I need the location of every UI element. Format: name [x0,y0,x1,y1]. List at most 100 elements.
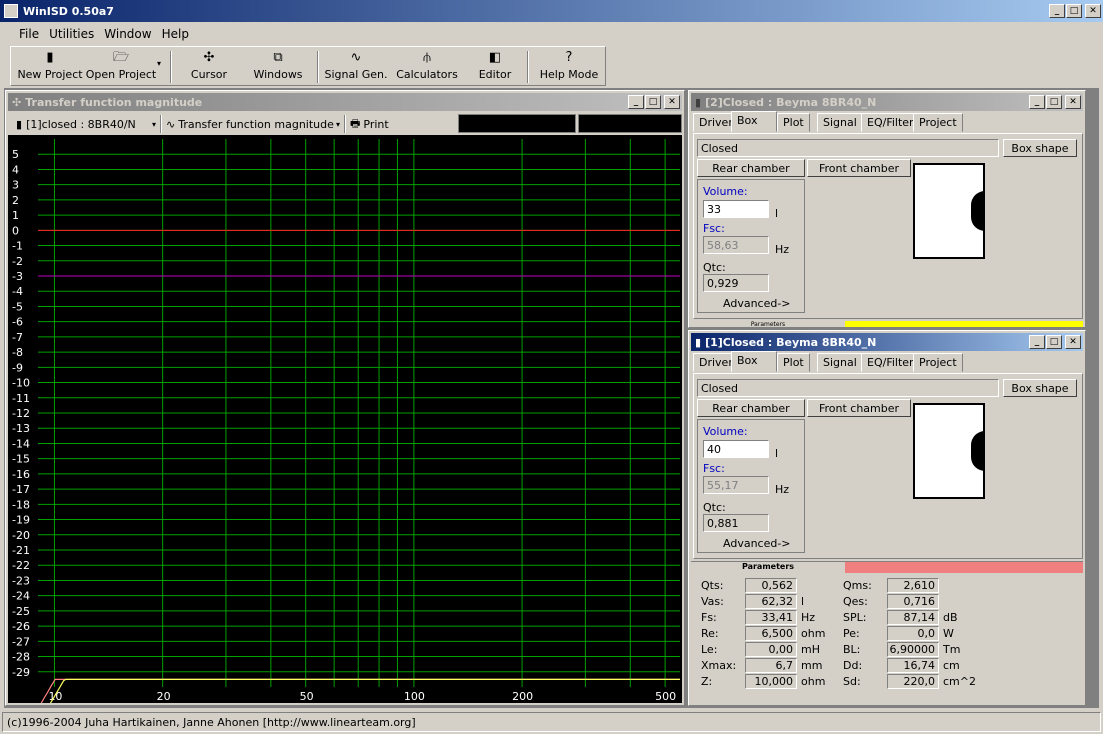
transfer-function-chart[interactable]: 543210-1-2-3-4-5-6-7-8-9-10-11-12-13-14-… [8,135,682,703]
new-project-icon: ▮ [46,50,54,65]
param-name: Fs: [701,611,717,624]
new-project-button[interactable]: ▮ New Project [17,47,83,85]
minimize-button[interactable]: _ [628,95,644,109]
close-button[interactable]: ✕ [1065,335,1081,349]
y-tick-label: 3 [12,179,19,192]
param-unit: dB [943,611,958,624]
rear-chamber-button[interactable]: Rear chamber [697,159,805,177]
qtc-label: Qtc: [703,501,726,514]
param-value: 0,0 [887,626,939,641]
chevron-down-icon: ▾ [151,119,156,129]
windows-icon: ⧉ [273,50,283,65]
tab-signal[interactable]: Signal [817,353,863,372]
editor-button[interactable]: ◧ Editor [473,47,517,85]
menu-file[interactable]: File [14,27,44,41]
toolbar: ▮ New Project 🗁 Open Project ▾ ✣ Cursor ⧉ Wi… [10,46,606,86]
y-tick-label: -14 [12,437,30,450]
menu-window[interactable]: Window [99,27,156,41]
y-tick-label: 0 [12,224,19,237]
calculators-button[interactable]: ⫛ Calculators [393,47,461,85]
graph-type-select[interactable]: ∿ Transfer function magnitude ▾ [166,115,342,133]
toolbar-separator [344,115,346,133]
speaker-icon: ◧ [488,50,502,65]
app-icon[interactable] [4,4,18,18]
param-value: 87,14 [887,610,939,625]
close-button[interactable]: ✕ [1085,4,1101,18]
maximize-button[interactable]: □ [1046,95,1062,109]
y-tick-label: -12 [12,407,30,420]
help-icon: ? [565,50,573,65]
cursor-button[interactable]: ✣ Cursor [183,47,235,85]
series-line [49,678,680,703]
project-select[interactable]: ▮ [1]closed : 8BR40/N ▾ [16,115,158,133]
volume-input[interactable]: 33 [703,200,769,218]
status-bar: (c)1996-2004 Juha Hartikainen, Janne Aho… [2,712,1101,732]
front-chamber-button[interactable]: Front chamber [807,399,911,417]
y-tick-label: -8 [12,346,23,359]
folder-icon: 🗁 [112,50,130,65]
move-icon: ✣ [12,95,22,109]
front-chamber-button[interactable]: Front chamber [807,159,911,177]
tab-plot[interactable]: Plot [777,113,810,132]
tab-project[interactable]: Project [913,353,963,372]
param-unit: mm [801,659,823,672]
minimize-button[interactable]: _ [1029,335,1045,349]
param-name: Sd: [843,675,861,688]
tab-box[interactable]: Box [731,351,777,372]
graph-area[interactable]: 5 4 3 2 1 0 -1 -2 -3 -4 -5 -6 -7 -8 -9 -10 -11 -12 -13 -14-… [8,135,682,703]
close-button[interactable]: ✕ [1065,95,1081,109]
tab-signal[interactable]: Signal [817,113,863,132]
box-diagram [913,163,985,259]
x-tick-label: 500 [655,690,676,703]
fsc-field: 58,63 [703,236,769,254]
param-name: Vas: [701,595,724,608]
box-diagram [913,403,985,499]
graph-window-title-bar: ✣ Transfer function magnitude _ □ ✕ [8,93,682,111]
y-tick-label: -20 [12,529,30,542]
advanced-button[interactable]: Advanced-> [723,297,791,310]
x-tick-label: 200 [512,690,533,703]
box-window-1: ▮ [1]Closed : Beyma 8BR40_N _ □ ✕ Driver… [688,330,1086,706]
minimize-button[interactable]: _ [1049,4,1065,18]
fsc-label: Fsc: [703,222,725,235]
parameters-header-bar: Parameters [691,321,1083,327]
sine-wave-icon: ∿ [350,50,362,65]
calculator-icon: ⫛ [423,50,431,65]
menu-help[interactable]: Help [157,27,194,41]
y-tick-label: -11 [12,392,30,405]
tab-plot[interactable]: Plot [777,353,810,372]
tab-box[interactable]: Box [731,111,777,132]
volume-input[interactable]: 40 [703,440,769,458]
graph-toolbar: ▮ [1]closed : 8BR40/N ▾ ∿ Transfer funct… [8,113,682,135]
parameters-header-label: Parameters [691,321,845,327]
toolbar-separator [527,51,529,83]
x-tick-label: 20 [157,690,171,703]
tab-eq-filter[interactable]: EQ/Filter [861,113,920,132]
param-value: 0,562 [745,578,797,593]
color-swatch [845,562,1083,573]
param-value: 0,716 [887,594,939,609]
rear-chamber-button[interactable]: Rear chamber [697,399,805,417]
box-shape-button[interactable]: Box shape [1003,379,1077,397]
windows-button[interactable]: ⧉ Windows [249,47,307,85]
minimize-button[interactable]: _ [1029,95,1045,109]
tab-eq-filter[interactable]: EQ/Filter [861,353,920,372]
y-tick-label: -10 [12,377,30,390]
param-unit: cm^2 [943,675,976,688]
box-shape-button[interactable]: Box shape [1003,139,1077,157]
menu-utilities[interactable]: Utilities [44,27,99,41]
param-value: 0,00 [745,642,797,657]
open-project-button[interactable]: 🗁 Open Project [85,47,157,85]
print-button[interactable]: 🖶 Print [350,115,400,133]
maximize-button[interactable]: □ [1046,335,1062,349]
open-project-dropdown-icon[interactable]: ▾ [157,59,161,68]
y-tick-label: 1 [12,209,19,222]
advanced-button[interactable]: Advanced-> [723,537,791,550]
tab-project[interactable]: Project [913,113,963,132]
signal-gen-button[interactable]: ∿ Signal Gen. [323,47,389,85]
y-tick-label: -3 [12,270,23,283]
maximize-button[interactable]: □ [645,95,661,109]
maximize-button[interactable]: □ [1066,4,1082,18]
help-mode-button[interactable]: ? Help Mode [537,47,601,85]
close-button[interactable]: ✕ [664,95,680,109]
